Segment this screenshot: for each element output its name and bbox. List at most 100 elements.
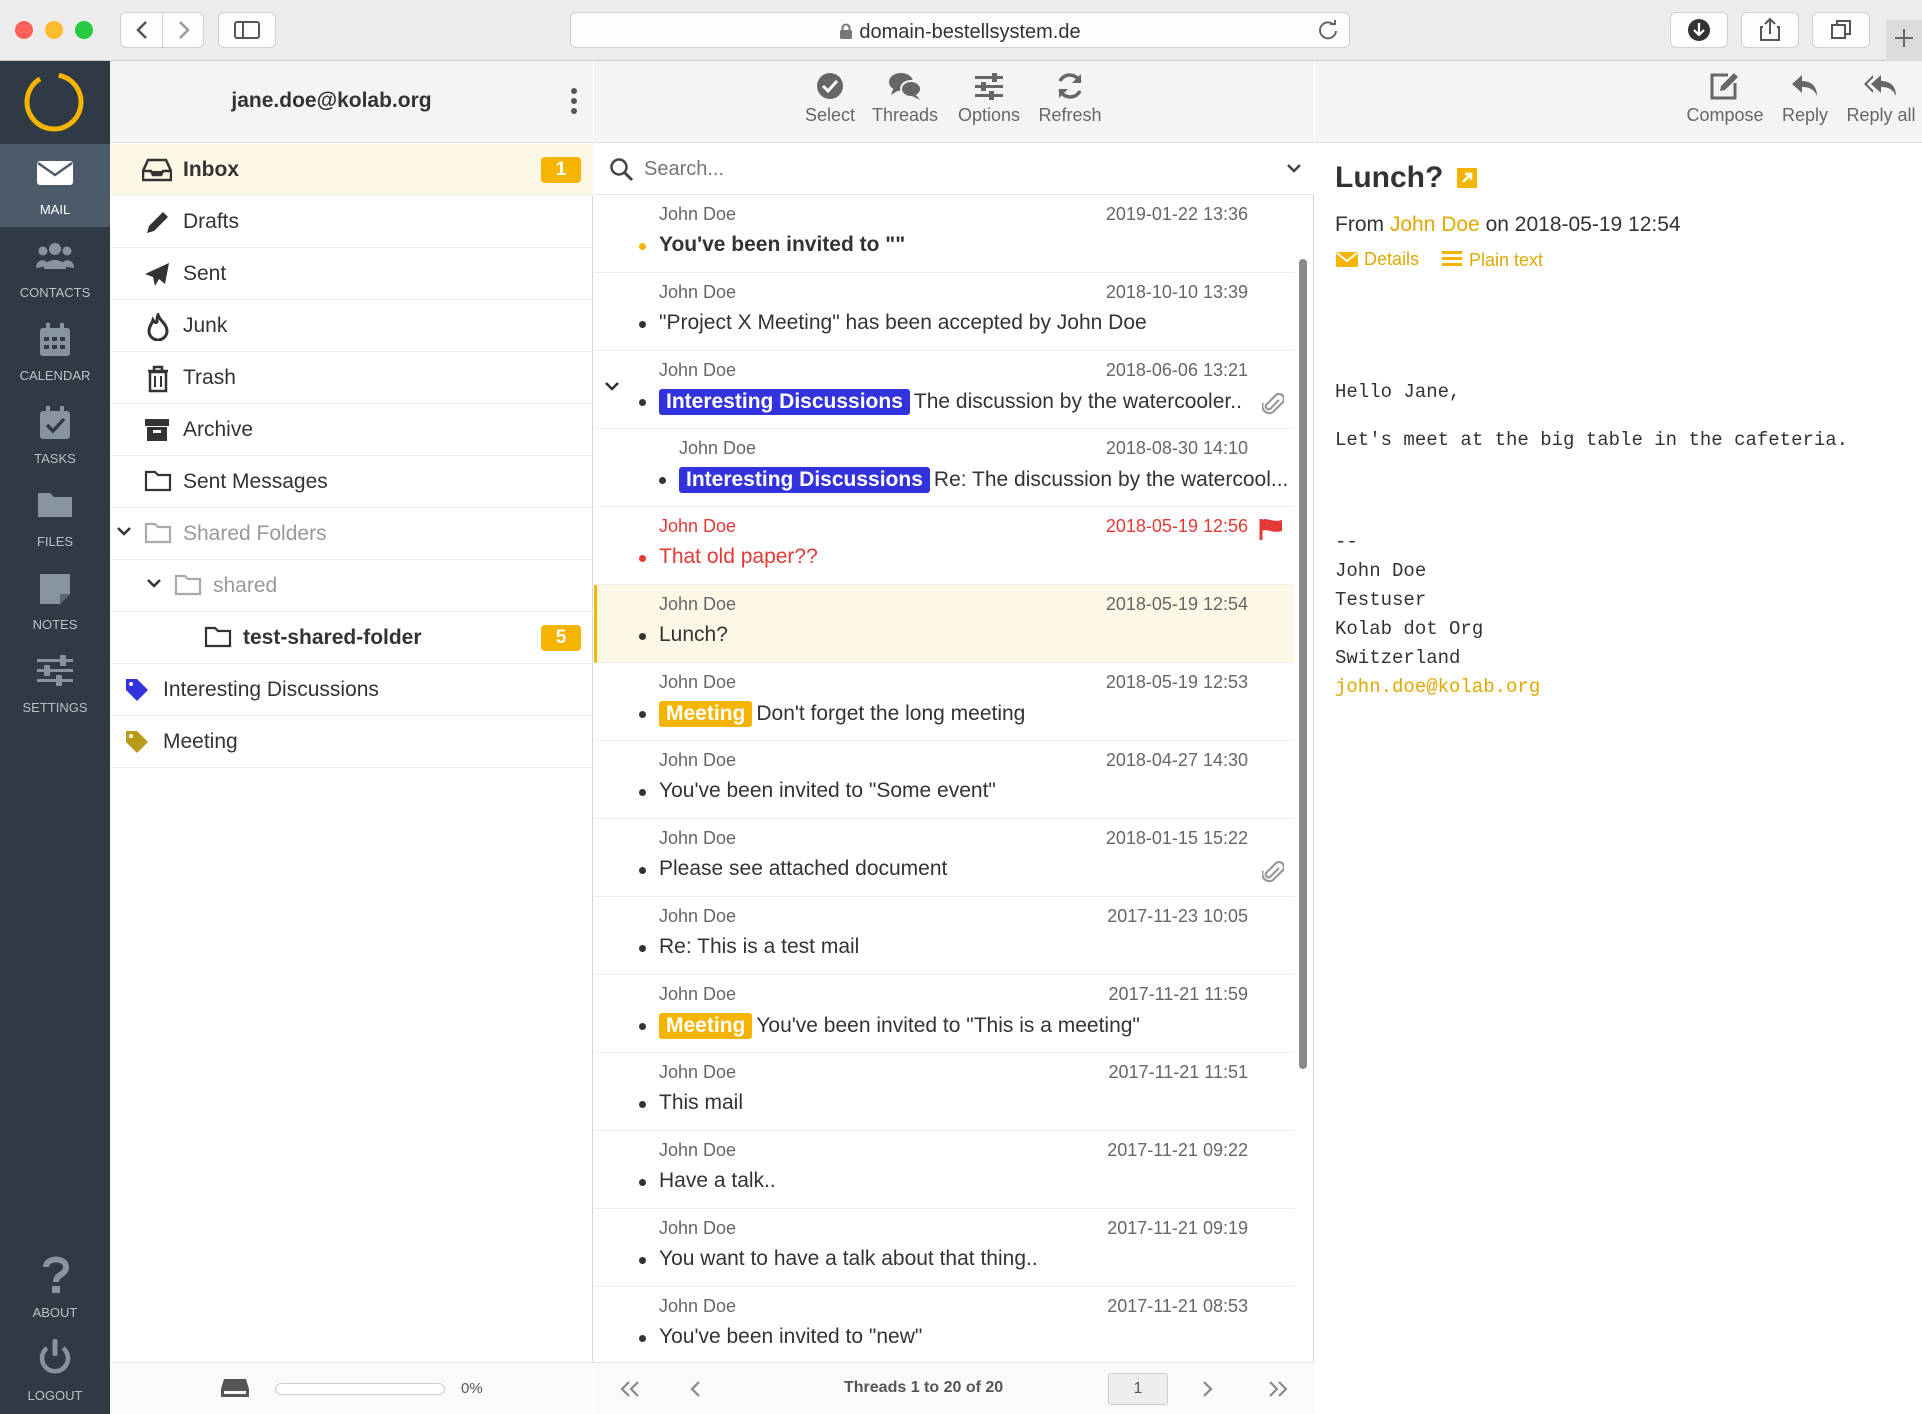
reply-all-button[interactable]: Reply all: [1836, 71, 1922, 126]
sidebar-item-contacts[interactable]: CONTACTS: [0, 227, 110, 310]
last-page-icon[interactable]: [1266, 1379, 1290, 1399]
status-dot[interactable]: [639, 555, 646, 562]
message-row[interactable]: John Doe 2019-01-22 13:36 You've been in…: [594, 195, 1294, 273]
unread-dot[interactable]: [639, 243, 646, 250]
compose-button[interactable]: Compose: [1680, 71, 1770, 126]
signature-email-link[interactable]: john.doe@kolab.org: [1335, 676, 1540, 698]
folder-test-shared-folder[interactable]: test-shared-folder 5: [110, 612, 593, 664]
message-row[interactable]: John Doe 2017-11-21 11:59 Meeting You've …: [594, 975, 1294, 1053]
tag-meeting[interactable]: Meeting: [110, 716, 593, 768]
reload-icon[interactable]: [1317, 19, 1339, 41]
signature-country: Switzerland: [1335, 647, 1461, 669]
about-button[interactable]: ABOUT: [0, 1247, 110, 1330]
details-link[interactable]: Details: [1335, 249, 1419, 270]
message-row[interactable]: John Doe 2018-01-15 15:22 Please see att…: [594, 819, 1294, 897]
status-dot[interactable]: [639, 399, 646, 406]
message-date: 2018-08-30 14:10: [1105, 438, 1248, 458]
tool-label: Compose: [1686, 105, 1764, 125]
share-button[interactable]: [1741, 12, 1799, 48]
folder-junk[interactable]: Junk: [110, 300, 593, 352]
status-dot[interactable]: [639, 1179, 646, 1186]
scrollbar-thumb[interactable]: [1299, 259, 1307, 1069]
folder-archive[interactable]: Archive: [110, 404, 593, 456]
status-dot[interactable]: [639, 1101, 646, 1108]
message-date: 2017-11-21 09:22: [1107, 1140, 1248, 1160]
status-dot[interactable]: [639, 1257, 646, 1264]
minimize-window-button[interactable]: [45, 21, 63, 39]
next-page-icon[interactable]: [1199, 1379, 1215, 1399]
folder-inbox[interactable]: Inbox 1: [110, 144, 593, 196]
message-subject-line: Meeting You've been invited to "This is a…: [659, 1013, 1140, 1039]
flag-icon[interactable]: [1258, 517, 1284, 541]
check-circle-icon: [817, 73, 843, 99]
thread-collapse-icon[interactable]: [604, 381, 620, 393]
search-input[interactable]: [644, 153, 1244, 185]
message-subject: "Project X Meeting" has been accepted by…: [659, 311, 1147, 334]
message-row[interactable]: John Doe 2017-11-23 10:05 Re: This is a …: [594, 897, 1294, 975]
sidebar-item-calendar[interactable]: CALENDAR: [0, 310, 110, 393]
new-tab-button[interactable]: [1886, 20, 1922, 61]
message-row[interactable]: John Doe 2018-05-19 12:56 That old paper…: [594, 507, 1294, 585]
chevron-down-icon[interactable]: [146, 578, 162, 590]
refresh-button[interactable]: Refresh: [1025, 71, 1115, 126]
downloads-button[interactable]: [1670, 12, 1728, 48]
sidebar-item-files[interactable]: FILES: [0, 476, 110, 559]
status-dot[interactable]: [639, 633, 646, 640]
forward-button[interactable]: [163, 13, 205, 47]
more-options-icon[interactable]: [569, 87, 579, 117]
message-from: John Doe: [659, 594, 737, 614]
close-window-button[interactable]: [15, 21, 33, 39]
threads-button[interactable]: Threads: [860, 71, 950, 126]
paper-plane-icon: [143, 261, 171, 289]
tag-interesting-discussions[interactable]: Interesting Discussions: [110, 664, 593, 716]
message-row[interactable]: John Doe 2017-11-21 09:22 Have a talk..: [594, 1131, 1294, 1209]
status-dot[interactable]: [659, 477, 666, 484]
message-row[interactable]: John Doe 2018-08-30 14:10 Interesting Di…: [594, 429, 1294, 507]
message-row[interactable]: John Doe 2018-06-06 13:21 Interesting Di…: [594, 351, 1294, 429]
address-bar[interactable]: domain-bestellsystem.de: [570, 12, 1350, 48]
list-scrollbar[interactable]: [1298, 197, 1308, 1357]
status-dot[interactable]: [639, 867, 646, 874]
status-dot[interactable]: [639, 1335, 646, 1342]
folder-shared[interactable]: shared: [110, 560, 593, 612]
folder-trash[interactable]: Trash: [110, 352, 593, 404]
message-from: John Doe: [659, 1218, 737, 1238]
tabs-button[interactable]: [1812, 12, 1870, 48]
previous-page-icon[interactable]: [688, 1379, 704, 1399]
chevron-down-icon[interactable]: [116, 526, 132, 538]
folder-label: Meeting: [163, 730, 238, 753]
status-dot[interactable]: [639, 1023, 646, 1030]
message-from: John Doe: [659, 750, 737, 770]
message-row[interactable]: John Doe 2017-11-21 11:51 This mail: [594, 1053, 1294, 1131]
message-row[interactable]: John Doe 2017-11-21 09:19 You want to ha…: [594, 1209, 1294, 1287]
status-dot[interactable]: [639, 711, 646, 718]
logout-button[interactable]: LOGOUT: [0, 1330, 110, 1413]
sidebar-item-notes[interactable]: NOTES: [0, 559, 110, 642]
folder-panel: jane.doe@kolab.org Inbox 1 Drafts Sent J…: [110, 61, 593, 1414]
folder-sent-messages[interactable]: Sent Messages: [110, 456, 593, 508]
back-button[interactable]: [121, 13, 163, 47]
zoom-window-button[interactable]: [75, 21, 93, 39]
sidebar-item-mail[interactable]: MAIL: [0, 144, 110, 227]
message-row[interactable]: John Doe 2018-05-19 12:53 Meeting Don't f…: [594, 663, 1294, 741]
folder-sent[interactable]: Sent: [110, 248, 593, 300]
page-number-input[interactable]: 1: [1108, 1373, 1168, 1405]
sidebar-item-settings[interactable]: SETTINGS: [0, 642, 110, 725]
sidebar-item-tasks[interactable]: TASKS: [0, 393, 110, 476]
chevron-down-icon[interactable]: [1286, 163, 1302, 175]
sidebar-toggle-button[interactable]: [218, 12, 276, 48]
first-page-icon[interactable]: [618, 1379, 642, 1399]
folder-shared-folders[interactable]: Shared Folders: [110, 508, 593, 560]
message-row[interactable]: John Doe 2018-10-10 13:39 "Project X Mee…: [594, 273, 1294, 351]
plain-text-link[interactable]: Plain text: [1440, 249, 1543, 271]
sender-link[interactable]: John Doe: [1390, 213, 1480, 236]
message-row[interactable]: John Doe 2018-04-27 14:30 You've been in…: [594, 741, 1294, 819]
status-dot[interactable]: [639, 321, 646, 328]
folder-drafts[interactable]: Drafts: [110, 196, 593, 248]
message-row-selected[interactable]: John Doe 2018-05-19 12:54 Lunch?: [594, 585, 1294, 663]
message-row[interactable]: John Doe 2017-11-21 08:53 You've been in…: [594, 1287, 1294, 1360]
open-external-icon[interactable]: [1456, 167, 1478, 189]
status-dot[interactable]: [639, 789, 646, 796]
options-button[interactable]: Options: [944, 71, 1034, 126]
status-dot[interactable]: [639, 945, 646, 952]
